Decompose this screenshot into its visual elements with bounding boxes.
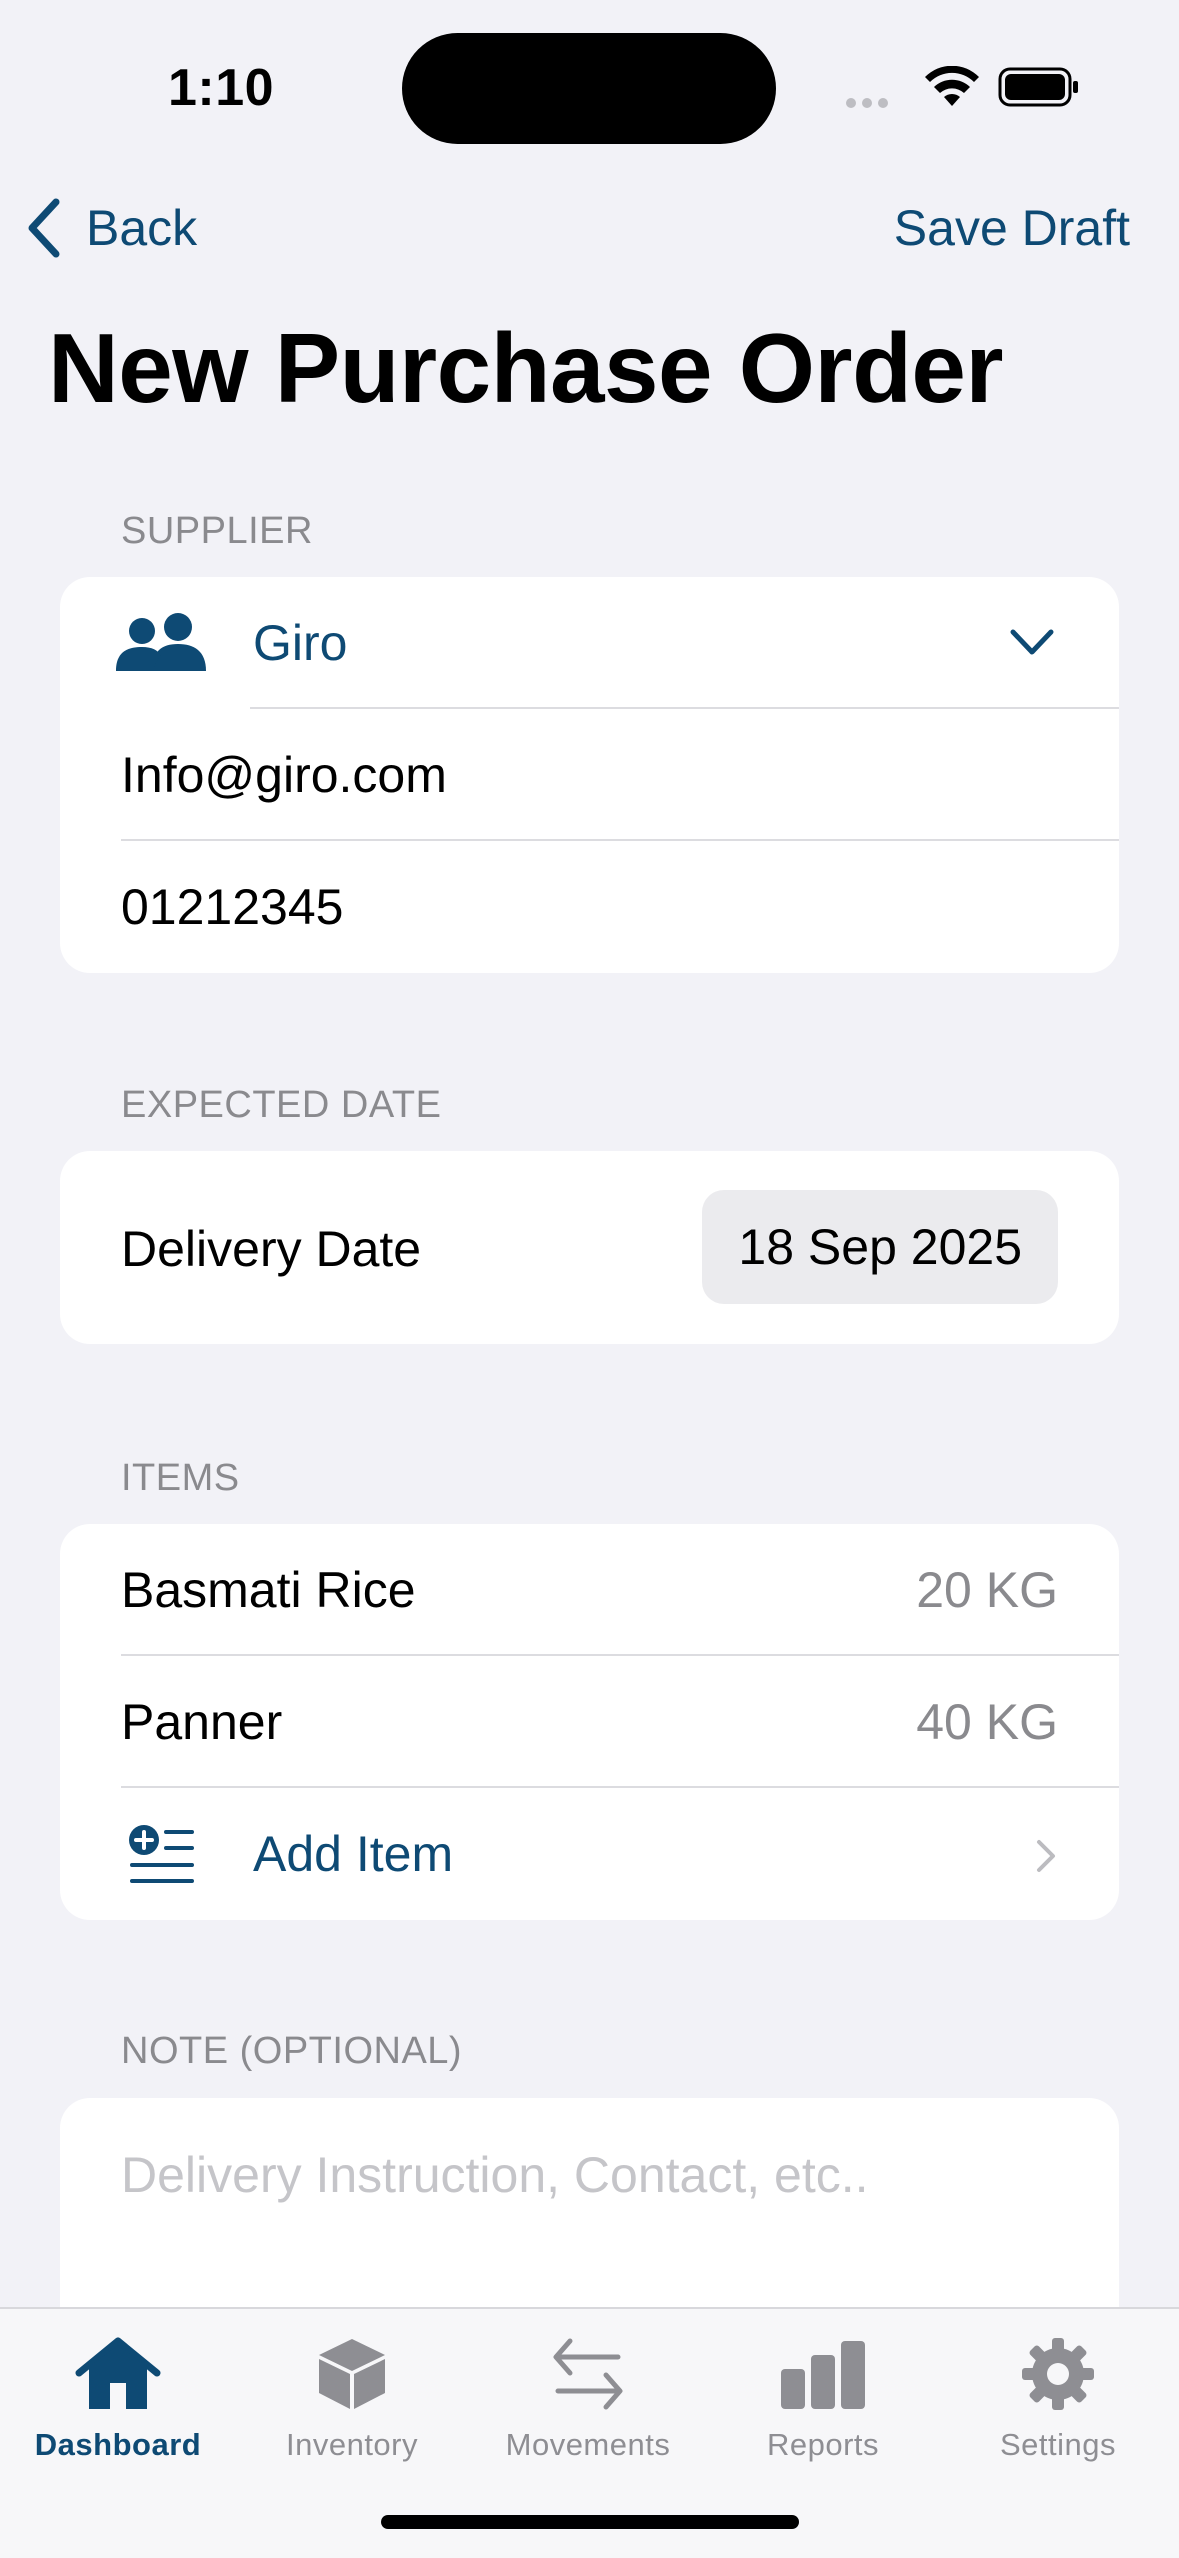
add-item-label: Add Item <box>253 1826 454 1882</box>
item-qty: 20 KG <box>916 1562 1058 1618</box>
supplier-phone-field[interactable]: 01212345 <box>60 841 1119 973</box>
tab-settings-label: Settings <box>999 2427 1116 2462</box>
list-item[interactable]: Basmati Rice 20 KG <box>60 1524 1119 1656</box>
chevron-left-icon <box>28 198 60 258</box>
tab-movements-label: Movements <box>505 2427 671 2462</box>
supplier-email: Info@giro.com <box>121 747 447 803</box>
dynamic-island <box>402 33 776 144</box>
item-name: Panner <box>121 1694 283 1750</box>
cellular-signal-icon <box>846 95 906 108</box>
home-indicator <box>381 2515 799 2529</box>
arrows-left-right-icon <box>553 2338 623 2410</box>
supplier-section-label: SUPPLIER <box>121 510 313 552</box>
tab-inventory[interactable]: Inventory <box>247 2329 457 2463</box>
battery-icon <box>998 67 1078 107</box>
tab-settings[interactable]: Settings <box>953 2329 1163 2463</box>
back-label: Back <box>86 200 198 256</box>
expected-date-section-label: EXPECTED DATE <box>121 1084 442 1126</box>
add-list-icon <box>129 1825 194 1883</box>
tab-movements[interactable]: Movements <box>483 2329 693 2463</box>
chevron-right-icon <box>1037 1840 1055 1872</box>
supplier-phone: 01212345 <box>121 879 344 935</box>
supplier-picker[interactable]: Giro <box>60 577 1119 709</box>
supplier-card: Giro Info@giro.com 01212345 <box>60 577 1119 973</box>
supplier-name: Giro <box>253 615 348 671</box>
gear-icon <box>1022 2338 1094 2410</box>
tab-dashboard[interactable]: Dashboard <box>13 2329 223 2463</box>
items-section-label: ITEMS <box>121 1457 240 1499</box>
wifi-icon <box>925 66 979 106</box>
tab-reports[interactable]: Reports <box>718 2329 928 2463</box>
tab-inventory-label: Inventory <box>285 2427 418 2462</box>
tab-dashboard-label: Dashboard <box>34 2427 202 2462</box>
expected-date-card: Delivery Date 18 Sep 2025 <box>60 1151 1119 1344</box>
note-section-label: NOTE (OPTIONAL) <box>121 2030 463 2072</box>
list-item[interactable]: Panner 40 KG <box>60 1656 1119 1788</box>
item-qty: 40 KG <box>916 1694 1058 1750</box>
back-button[interactable]: Back <box>24 196 197 260</box>
cube-icon <box>319 2339 385 2409</box>
items-card: Basmati Rice 20 KG Panner 40 KG Add Item <box>60 1524 1119 1920</box>
delivery-date-label: Delivery Date <box>121 1221 422 1277</box>
tab-reports-label: Reports <box>766 2427 880 2462</box>
bar-chart-icon <box>781 2341 865 2409</box>
supplier-email-field[interactable]: Info@giro.com <box>60 709 1119 841</box>
people-icon <box>116 613 206 671</box>
chevron-down-icon <box>1010 629 1054 655</box>
house-icon <box>75 2337 161 2409</box>
page-title: New Purchase Order <box>48 313 1004 423</box>
note-placeholder: Delivery Instruction, Contact, etc.. <box>121 2147 869 2203</box>
add-item-button[interactable]: Add Item <box>60 1788 1119 1920</box>
status-time: 1:10 <box>168 59 275 117</box>
item-name: Basmati Rice <box>121 1562 416 1618</box>
delivery-date-picker[interactable]: 18 Sep 2025 <box>702 1190 1058 1304</box>
save-draft-button[interactable]: Save Draft <box>894 196 1130 260</box>
